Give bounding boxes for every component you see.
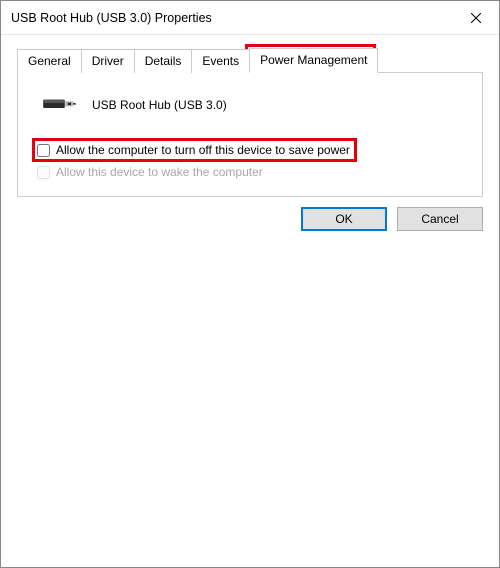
close-button[interactable] [453,1,499,35]
option-row-wake: Allow this device to wake the computer [32,165,468,179]
tab-power-management[interactable]: Power Management [249,48,378,73]
dialog-buttons: OK Cancel [17,197,483,231]
tab-strip: General Driver Details Events Power Mana… [17,47,483,72]
tab-driver[interactable]: Driver [81,49,135,73]
checkbox-allow-turnoff-label: Allow the computer to turn off this devi… [56,143,350,157]
ok-button[interactable]: OK [301,207,387,231]
tab-details[interactable]: Details [134,49,193,73]
client-area: General Driver Details Events Power Mana… [1,35,499,567]
properties-dialog: USB Root Hub (USB 3.0) Properties Genera… [0,0,500,568]
checkbox-allow-wake-label: Allow this device to wake the computer [56,165,263,179]
close-icon [471,13,481,23]
tab-control: General Driver Details Events Power Mana… [17,47,483,197]
device-name-label: USB Root Hub (USB 3.0) [92,98,227,112]
tab-general[interactable]: General [17,49,82,73]
usb-hub-icon [42,93,76,116]
highlight-box-option: Allow the computer to turn off this devi… [32,138,357,162]
device-header: USB Root Hub (USB 3.0) [32,93,468,116]
checkbox-allow-turnoff[interactable] [37,144,50,157]
tab-events[interactable]: Events [191,49,250,73]
cancel-button[interactable]: Cancel [397,207,483,231]
titlebar: USB Root Hub (USB 3.0) Properties [1,1,499,35]
tab-panel-power-management: USB Root Hub (USB 3.0) Allow the compute… [17,72,483,197]
window-title: USB Root Hub (USB 3.0) Properties [11,11,453,25]
option-row-turnoff: Allow the computer to turn off this devi… [32,138,468,162]
checkbox-allow-wake [37,166,50,179]
